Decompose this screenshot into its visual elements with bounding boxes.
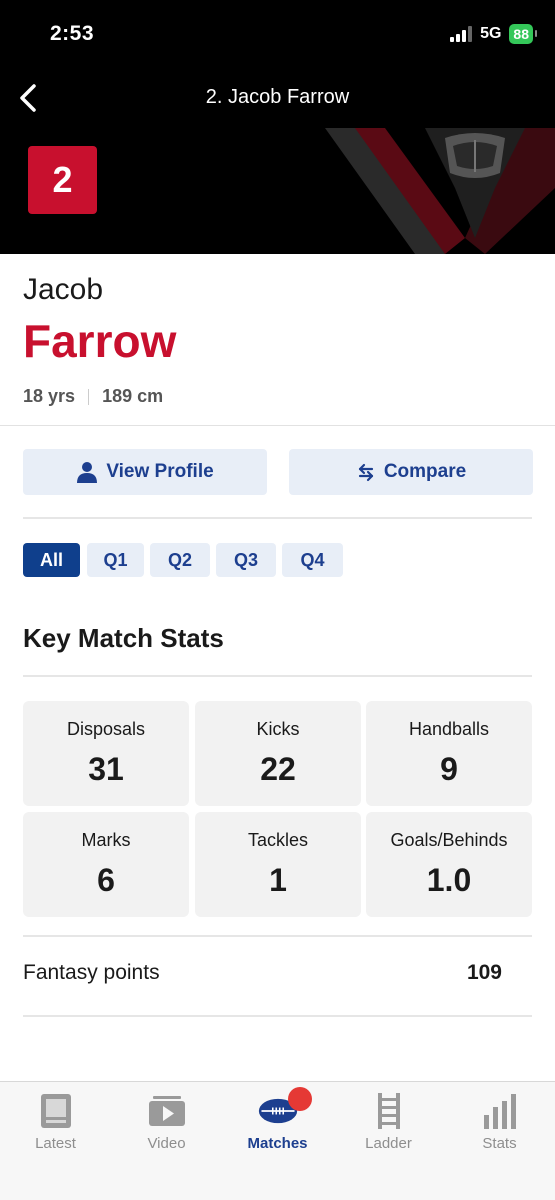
stat-label: Goals/Behinds (390, 830, 508, 850)
stat-label: Disposals (66, 719, 146, 739)
section-divider (23, 1015, 532, 1017)
section-divider (23, 935, 532, 937)
nav-label: Ladder (365, 1135, 412, 1152)
meta-divider (88, 388, 90, 405)
section-title: Key Match Stats (23, 623, 224, 653)
person-icon (77, 462, 98, 483)
signal-icon (450, 26, 473, 42)
status-bar: 2:53 5G 88 (0, 0, 555, 70)
network-label: 5G (480, 25, 502, 42)
player-meta: 18 yrs 189 cm (23, 386, 163, 407)
stat-label: Marks (81, 830, 131, 850)
stat-value: 6 (97, 862, 115, 898)
compare-label: Compare (383, 461, 467, 482)
stat-value: 31 (88, 751, 124, 787)
fantasy-points-label: Fantasy points (23, 961, 160, 984)
nav-item-latest[interactable]: Latest (0, 1082, 111, 1162)
tab-q4[interactable]: Q4 (282, 543, 343, 577)
player-height: 189 cm (102, 386, 164, 406)
stat-card-disposals: Disposals 31 (23, 701, 189, 806)
player-first-name: Jacob (23, 273, 104, 306)
nav-label: Latest (35, 1135, 76, 1152)
tab-q1[interactable]: Q1 (87, 543, 144, 577)
nav-label: Video (147, 1135, 186, 1152)
nav-item-matches[interactable]: Matches (222, 1082, 333, 1162)
tab-q3[interactable]: Q3 (216, 543, 276, 577)
bottom-nav: Latest Video Matches Ladder Stats (0, 1081, 555, 1200)
player-last-name: Farrow (23, 315, 177, 367)
nav-item-stats[interactable]: Stats (444, 1082, 555, 1162)
ladder-icon (369, 1091, 409, 1131)
tab-q2[interactable]: Q2 (150, 543, 210, 577)
stat-value: 22 (260, 751, 296, 787)
fantasy-points-value: 109 (466, 961, 502, 984)
jersey-number-badge: 2 (28, 146, 97, 214)
view-profile-button[interactable]: View Profile (23, 449, 267, 495)
stat-card-marks: Marks 6 (23, 812, 189, 917)
swap-arrows-icon (358, 463, 373, 482)
compare-button[interactable]: Compare (289, 449, 533, 495)
football-icon (258, 1087, 312, 1131)
section-divider (0, 425, 555, 426)
status-time: 2:53 (50, 22, 95, 45)
nav-item-video[interactable]: Video (111, 1082, 222, 1162)
stat-label: Handballs (408, 719, 490, 739)
page-title: 2. Jacob Farrow (205, 86, 350, 108)
notification-badge (287, 1087, 312, 1111)
stat-card-handballs: Handballs 9 (366, 701, 532, 806)
section-divider (23, 517, 532, 519)
stat-card-goals-behinds: Goals/Behinds 1.0 (366, 812, 532, 917)
nav-label: Stats (482, 1135, 517, 1152)
tab-all[interactable]: All (23, 543, 80, 577)
stat-value: 9 (440, 751, 458, 787)
status-indicators: 5G 88 (450, 24, 537, 44)
stat-value: 1.0 (426, 862, 472, 898)
stat-card-kicks: Kicks 22 (195, 701, 361, 806)
video-icon (147, 1091, 187, 1131)
stat-card-tackles: Tackles 1 (195, 812, 361, 917)
stat-label: Kicks (256, 719, 300, 739)
nav-label: Matches (247, 1135, 308, 1152)
battery-icon: 88 (509, 24, 537, 44)
player-header: 2. Jacob Farrow 2 (0, 70, 555, 254)
stat-value: 1 (269, 862, 287, 898)
club-logo-icon (325, 128, 555, 254)
stats-icon (480, 1091, 520, 1131)
player-age: 18 yrs (23, 386, 76, 406)
nav-item-ladder[interactable]: Ladder (333, 1082, 444, 1162)
view-profile-label: View Profile (106, 461, 214, 482)
stat-label: Tackles (247, 830, 309, 850)
section-divider (23, 675, 532, 677)
latest-icon (36, 1091, 76, 1131)
